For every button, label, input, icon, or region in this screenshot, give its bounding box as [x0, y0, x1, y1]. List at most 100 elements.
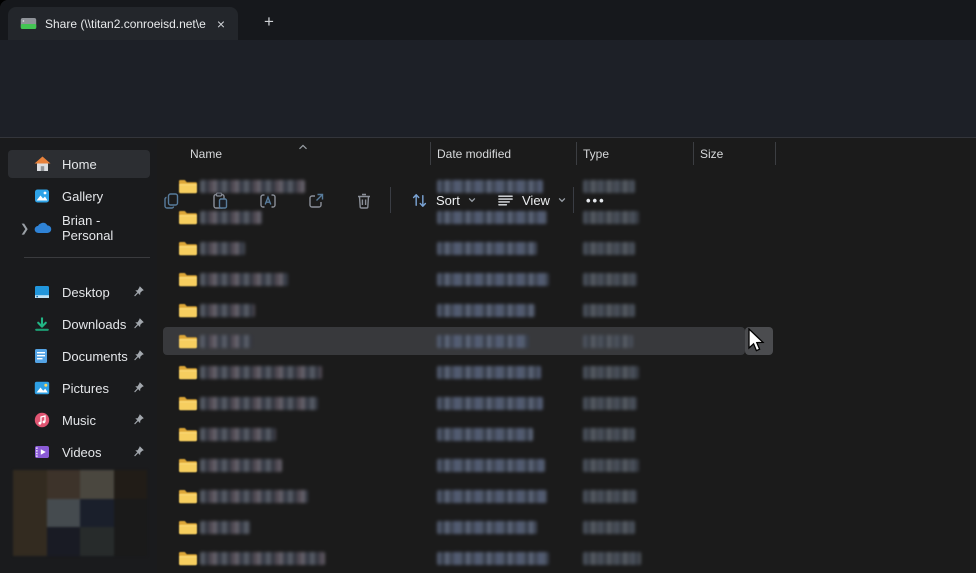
redacted-type	[583, 428, 635, 441]
file-row[interactable]	[163, 543, 976, 573]
redacted-file-name	[200, 335, 252, 348]
column-header-type[interactable]: Type	[583, 147, 609, 161]
redacted-tile	[13, 470, 47, 499]
redacted-date-modified	[437, 552, 549, 565]
redacted-file-name	[200, 397, 318, 410]
redacted-tile	[114, 499, 148, 528]
pin-icon[interactable]	[132, 445, 145, 461]
redacted-file-name	[200, 521, 250, 534]
sidebar-item-label: Gallery	[62, 189, 103, 204]
sidebar-item-documents[interactable]: Documents	[8, 342, 150, 370]
tab-close-icon[interactable]: ×	[212, 16, 230, 32]
folder-icon	[178, 427, 198, 447]
sidebar-item-label: Brian - Personal	[62, 213, 150, 243]
redacted-type	[583, 521, 635, 534]
sidebar-item-home[interactable]: Home	[8, 150, 150, 178]
redacted-type	[583, 242, 635, 255]
music-icon	[34, 412, 52, 428]
chevron-right-icon[interactable]: ❯	[20, 222, 29, 235]
file-explorer-window: Share (\\titan2.conroeisd.net\e × + ← → …	[0, 0, 976, 573]
folder-icon	[178, 520, 198, 540]
folder-icon	[178, 365, 198, 385]
sidebar-item-videos[interactable]: Videos	[8, 438, 150, 466]
redacted-date-modified	[437, 459, 545, 472]
file-row[interactable]	[163, 326, 976, 357]
redacted-sidebar-items[interactable]	[13, 470, 147, 556]
file-row[interactable]	[163, 481, 976, 512]
column-resize-handle[interactable]	[576, 142, 577, 165]
pictures-icon	[34, 381, 52, 395]
explorer-tab[interactable]: Share (\\titan2.conroeisd.net\e ×	[8, 7, 238, 40]
sidebar-divider	[24, 257, 150, 258]
column-resize-handle[interactable]	[693, 142, 694, 165]
redacted-type	[583, 459, 639, 472]
file-row[interactable]	[163, 171, 976, 202]
tab-title: Share (\\titan2.conroeisd.net\e	[45, 17, 212, 31]
file-row[interactable]	[163, 295, 976, 326]
mouse-cursor	[746, 328, 766, 359]
sidebar-item-label: Home	[62, 157, 97, 172]
file-row[interactable]	[163, 202, 976, 233]
pin-icon[interactable]	[132, 285, 145, 301]
pin-icon[interactable]	[132, 381, 145, 397]
file-row[interactable]	[163, 450, 976, 481]
folder-icon	[178, 272, 198, 292]
sidebar-item-label: Pictures	[62, 381, 109, 396]
file-row[interactable]	[163, 357, 976, 388]
file-row[interactable]	[163, 233, 976, 264]
file-row[interactable]	[163, 264, 976, 295]
pin-icon[interactable]	[132, 317, 145, 333]
redacted-file-name	[200, 180, 305, 193]
redacted-date-modified	[437, 273, 549, 286]
redacted-type	[583, 211, 639, 224]
redacted-file-name	[200, 211, 262, 224]
redacted-type	[583, 490, 637, 503]
sidebar-item-pictures[interactable]: Pictures	[8, 374, 150, 402]
address-bar: ← → ↑ › This PC › Share (\\titan2.conroe…	[0, 40, 976, 87]
folder-icon	[178, 210, 198, 230]
redacted-tile	[47, 499, 81, 528]
redacted-date-modified	[437, 211, 547, 224]
redacted-file-name	[200, 459, 282, 472]
sidebar-item-label: Desktop	[62, 285, 110, 300]
redacted-tile	[47, 527, 81, 556]
folder-icon	[178, 334, 198, 354]
column-header-date-modified[interactable]: Date modified	[437, 147, 511, 161]
redacted-date-modified	[437, 428, 533, 441]
sidebar-item-downloads[interactable]: Downloads	[8, 310, 150, 338]
tab-bar: Share (\\titan2.conroeisd.net\e × +	[0, 0, 976, 40]
redacted-file-name	[200, 490, 308, 503]
file-row[interactable]	[163, 388, 976, 419]
redacted-tile	[13, 527, 47, 556]
new-tab-button[interactable]: +	[258, 10, 280, 34]
folder-icon	[178, 458, 198, 478]
redacted-tile	[80, 470, 114, 499]
sidebar-item-label: Documents	[62, 349, 128, 364]
column-header-name[interactable]: Name	[190, 147, 222, 161]
redacted-file-name	[200, 366, 322, 379]
column-header-size[interactable]: Size	[700, 147, 723, 161]
folder-icon	[178, 303, 198, 323]
sidebar-item-brian-personal[interactable]: ❯ Brian - Personal	[8, 214, 150, 242]
sidebar-item-music[interactable]: Music	[8, 406, 150, 434]
sidebar-item-label: Downloads	[62, 317, 126, 332]
column-resize-handle[interactable]	[430, 142, 431, 165]
desktop-icon	[34, 284, 52, 300]
redacted-date-modified	[437, 521, 537, 534]
sidebar-item-gallery[interactable]: Gallery	[8, 182, 150, 210]
redacted-date-modified	[437, 490, 547, 503]
column-resize-handle[interactable]	[775, 142, 776, 165]
pin-icon[interactable]	[132, 349, 145, 365]
documents-icon	[34, 348, 52, 364]
pin-icon[interactable]	[132, 413, 145, 429]
gallery-icon	[34, 188, 52, 204]
redacted-type	[583, 366, 639, 379]
onedrive-icon	[34, 222, 52, 234]
file-list	[163, 171, 976, 573]
file-row[interactable]	[163, 512, 976, 543]
file-row[interactable]	[163, 419, 976, 450]
folder-icon	[178, 179, 198, 199]
sidebar-item-desktop[interactable]: Desktop	[8, 278, 150, 306]
home-icon	[34, 156, 52, 172]
redacted-date-modified	[437, 335, 529, 348]
